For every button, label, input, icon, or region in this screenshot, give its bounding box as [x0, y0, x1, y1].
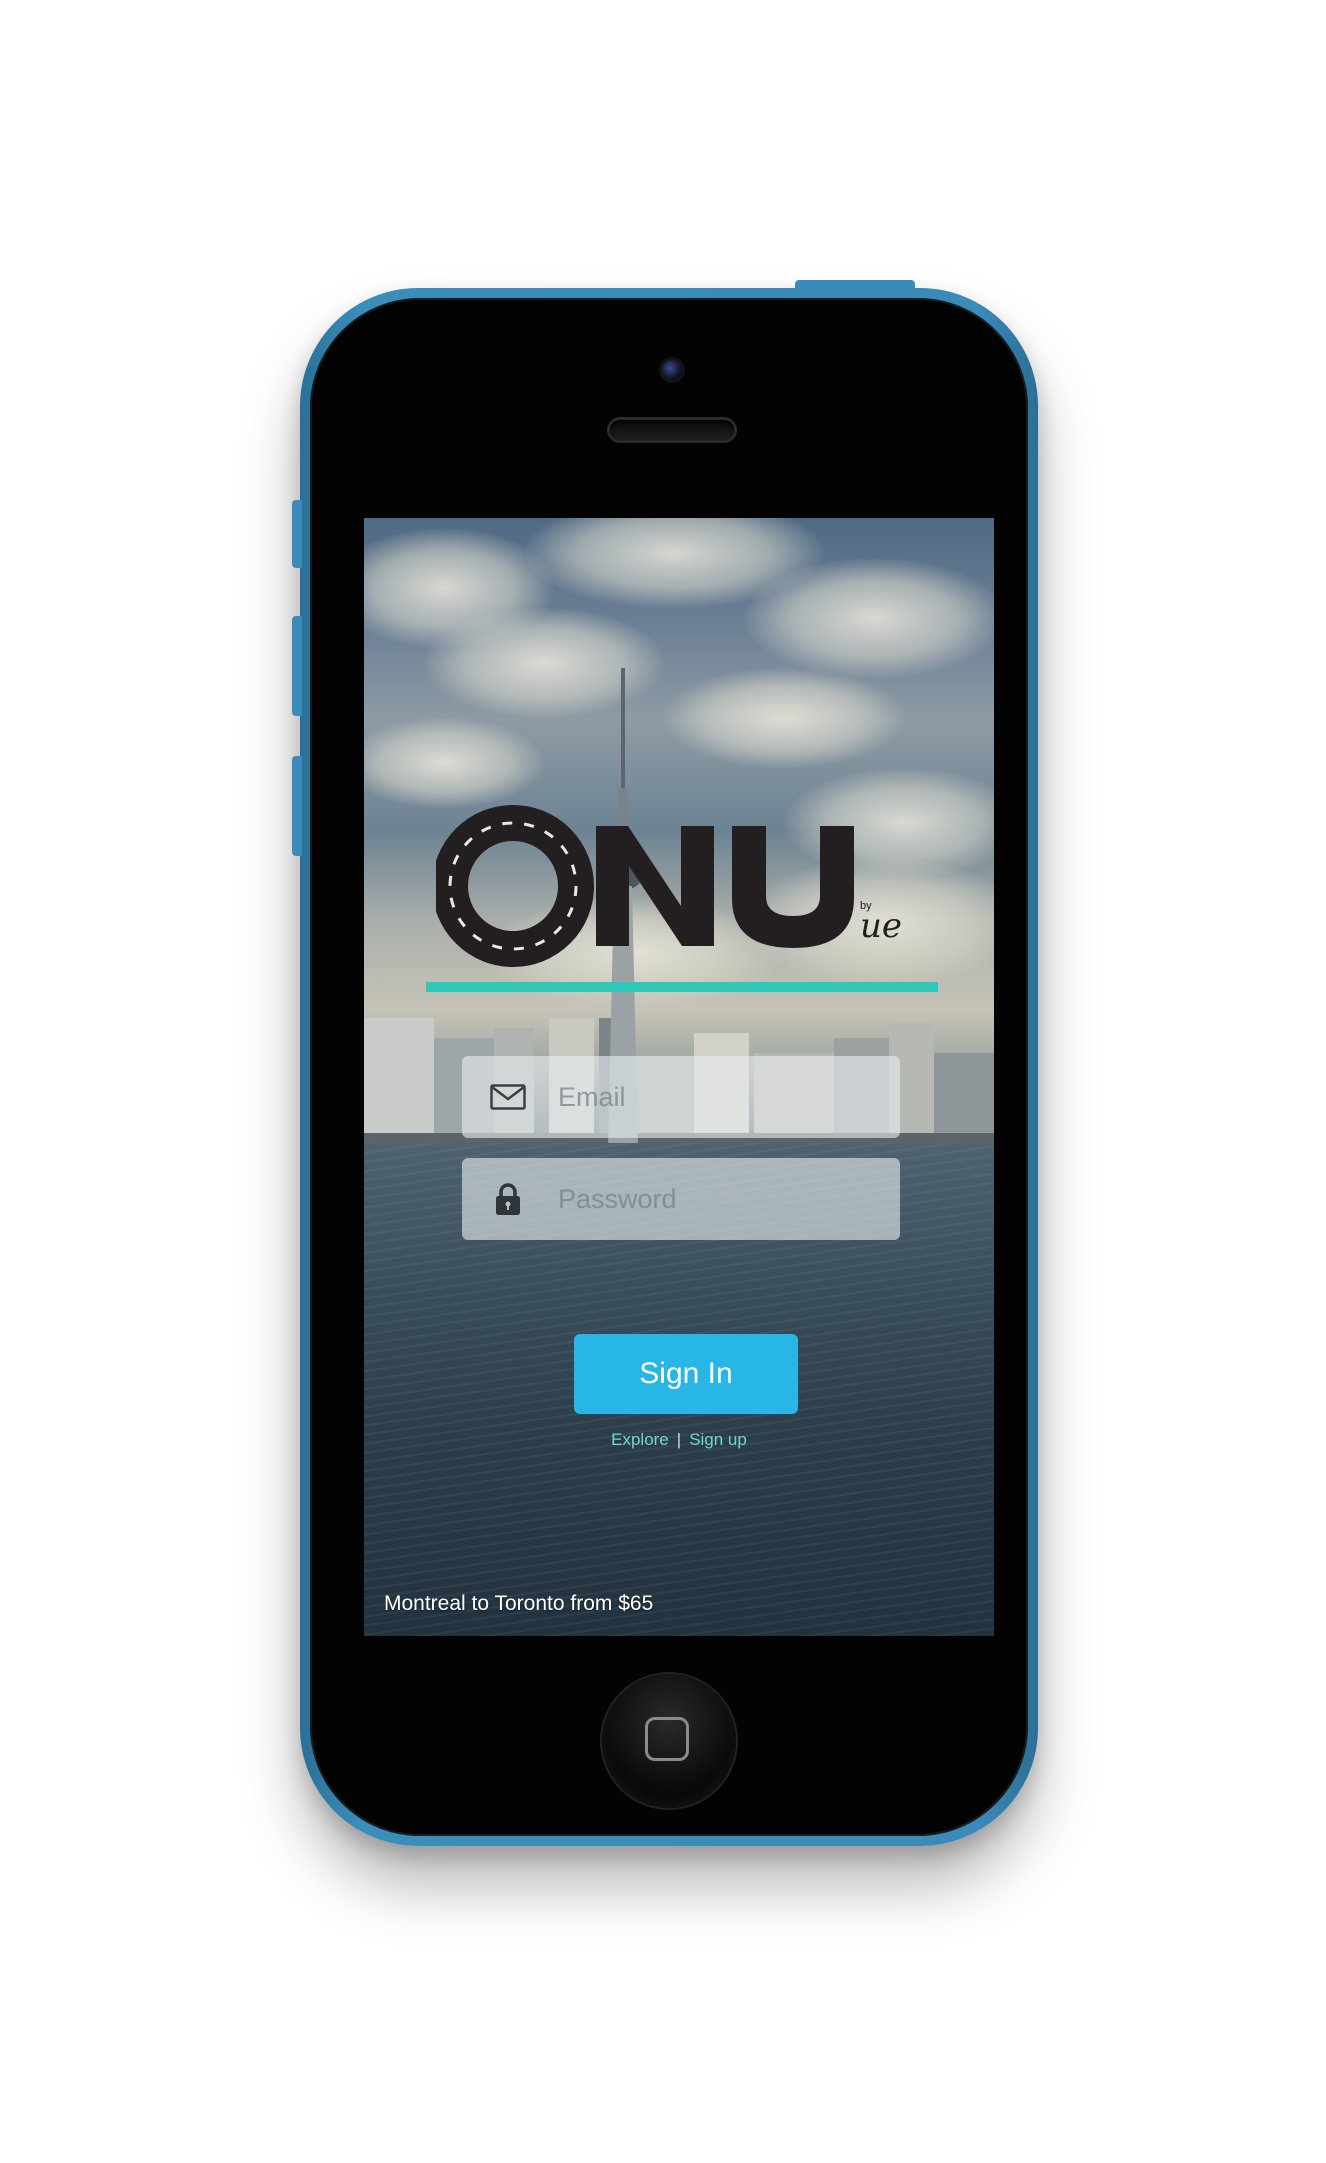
volume-up-button [292, 616, 302, 716]
home-button-icon [645, 1717, 689, 1761]
home-button[interactable] [602, 1674, 736, 1808]
sign-in-button[interactable]: Sign In [574, 1334, 798, 1414]
sign-up-link[interactable]: Sign up [689, 1430, 747, 1449]
email-field[interactable] [462, 1056, 900, 1138]
phone-front-panel: by ue Email Sign In Explore | Sign up Mo… [310, 298, 1028, 1836]
stage: by ue Email Sign In Explore | Sign up Mo… [0, 0, 1326, 2163]
password-field[interactable] [462, 1158, 900, 1240]
envelope-icon [482, 1084, 534, 1110]
promo-text: Montreal to Toronto from $65 [384, 1592, 654, 1615]
link-separator: | [676, 1430, 682, 1449]
earpiece-speaker [610, 420, 734, 440]
onu-logo-wordmark [436, 805, 854, 967]
explore-link[interactable]: Explore [611, 1430, 669, 1449]
power-button [795, 280, 915, 290]
logo-signature: ue [860, 906, 903, 946]
email-input[interactable] [556, 1080, 890, 1114]
auth-links: Explore | Sign up [364, 1430, 994, 1450]
mute-switch [292, 500, 302, 568]
logo-accent-line [426, 982, 938, 992]
onu-logo: by ue [436, 786, 936, 986]
lock-icon [482, 1182, 534, 1216]
volume-down-button [292, 756, 302, 856]
password-input[interactable] [556, 1182, 890, 1216]
phone-device: by ue Email Sign In Explore | Sign up Mo… [292, 280, 1038, 1846]
app-screen: by ue Email Sign In Explore | Sign up Mo… [364, 518, 994, 1636]
cloud [664, 668, 904, 768]
front-camera [662, 360, 682, 380]
cloud [744, 558, 994, 678]
